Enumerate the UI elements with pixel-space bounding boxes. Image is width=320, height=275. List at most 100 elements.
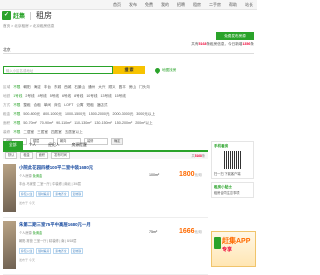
- price-value: 1666: [179, 228, 195, 235]
- listing-photo[interactable]: [3, 221, 16, 269]
- filter-option[interactable]: 13号线: [101, 94, 112, 98]
- filter-option[interactable]: 1000-1500元: [65, 112, 86, 116]
- breadcrumb: 首页 > 北京租房 > 北京租房信息: [3, 24, 55, 28]
- tab-2[interactable]: 经纪人: [42, 141, 65, 150]
- price-value: 1800: [179, 171, 195, 178]
- listing-photo[interactable]: [3, 164, 16, 212]
- filter-option[interactable]: 床位: [54, 103, 61, 107]
- filter-row: 区域 不限 朝阳 海淀 丰台 东城 西城 石景山 通州 大兴 顺义 昌平 房山 门头沟: [3, 83, 254, 92]
- filter-option[interactable]: 5号线: [50, 94, 59, 98]
- topnav-link[interactable]: 招聘: [177, 2, 185, 8]
- site-logo[interactable]: ✓ 赶集 租房: [2, 10, 52, 21]
- search-input[interactable]: 输入小区名或地址: [3, 66, 113, 74]
- publish-button[interactable]: 免费发布房源: [216, 32, 254, 40]
- filter-option[interactable]: 150-200m²: [115, 121, 132, 125]
- sort-option[interactable]: 默认: [5, 152, 18, 159]
- filter-option[interactable]: LOFT: [64, 103, 73, 107]
- filter-option[interactable]: 公寓: [76, 103, 83, 107]
- sort-option[interactable]: 租金: [20, 152, 33, 159]
- filter-row: 方式 不限 整租 合租 单间 床位 LOFT 公寓 短租 酒店式: [3, 101, 254, 110]
- filter-option[interactable]: 110-130m²: [74, 121, 91, 125]
- promo-title: 赶集APP: [222, 238, 251, 245]
- feature-badge: 拎包入住: [19, 248, 35, 254]
- filter-option[interactable]: 整租: [23, 103, 30, 107]
- map-search-link[interactable]: 地图找房: [153, 66, 176, 74]
- listing-title[interactable]: 朱第二期三室75平中高层1680元一月: [19, 222, 91, 228]
- filter-option[interactable]: 短租: [87, 103, 94, 107]
- filter-option[interactable]: 四居室: [51, 130, 62, 134]
- filter-option[interactable]: 3000元以上: [136, 112, 155, 116]
- tips-card[interactable]: 租房小贴士 租房合同注意事项: [211, 182, 254, 198]
- filter-option[interactable]: 五居室以上: [65, 130, 83, 134]
- filter-option[interactable]: 4号线: [38, 94, 47, 98]
- filter-option[interactable]: 200m²以上: [135, 121, 152, 125]
- topnav-link[interactable]: 发布: [129, 2, 137, 8]
- filter-option[interactable]: 1号线: [13, 94, 22, 98]
- filter-option[interactable]: 通州: [88, 85, 95, 89]
- filter-option[interactable]: 800-1000元: [43, 112, 62, 116]
- filter-option[interactable]: 1500-2000元: [89, 112, 110, 116]
- filter-row: 装修 不限 二居室 三居室 四居室 五居室以上: [3, 128, 254, 137]
- filter-option[interactable]: 10号线: [86, 94, 97, 98]
- filter-option[interactable]: 大兴: [98, 85, 105, 89]
- app-download-card[interactable]: 手机看房 扫一扫 下载客户端: [211, 141, 254, 179]
- filter-key: 装修: [3, 130, 11, 134]
- filter-option[interactable]: 50-70m²: [23, 121, 36, 125]
- tab-3[interactable]: 房源提醒: [66, 141, 93, 150]
- topnav-link[interactable]: 二手房: [209, 2, 221, 8]
- listing-item[interactable]: 小院此花园四楼100平二室中装1680元 个人房源 免佣金 丰台-马家堡 二室一厅 …: [3, 161, 208, 218]
- price-unit: 元/月: [194, 230, 202, 234]
- filter-key: 地铁: [3, 94, 11, 98]
- filter-option[interactable]: 不限: [13, 121, 20, 125]
- feature-badge: 近地铁: [70, 191, 84, 197]
- filter-option[interactable]: 东城: [54, 85, 61, 89]
- filter-option[interactable]: 单间: [44, 103, 51, 107]
- tab-0[interactable]: 全部: [3, 141, 23, 150]
- filter-option[interactable]: 合租: [34, 103, 41, 107]
- filter-option[interactable]: 石景山: [74, 85, 85, 89]
- filter-option[interactable]: 西城: [64, 85, 71, 89]
- filter-option[interactable]: 不限: [13, 112, 20, 116]
- sort-option[interactable]: 面积: [35, 152, 49, 159]
- filter-option[interactable]: 二居室: [23, 130, 34, 134]
- filter-option[interactable]: 130-150m²: [94, 121, 111, 125]
- topnav-link[interactable]: 租房: [193, 2, 201, 8]
- topnav-link[interactable]: 站长: [245, 2, 253, 8]
- filter-option[interactable]: 15号线: [115, 94, 126, 98]
- filter-option[interactable]: 2000-3000元: [113, 112, 134, 116]
- filter-option[interactable]: 顺义: [108, 85, 115, 89]
- filter-option[interactable]: 8号线: [74, 94, 83, 98]
- filter-option[interactable]: 房山: [129, 85, 136, 89]
- search-button[interactable]: 搜 索: [113, 66, 145, 74]
- filter-option[interactable]: 丰台: [44, 85, 51, 89]
- sort-option[interactable]: 发布时间: [51, 152, 70, 159]
- listing-title[interactable]: 小院此花园四楼100平二室中装1680元: [19, 165, 93, 171]
- app-promo-banner[interactable]: 赶集APP 专享: [211, 231, 256, 267]
- topnav-link[interactable]: 免费: [145, 2, 153, 8]
- filter-option[interactable]: 70-90m²: [40, 121, 53, 125]
- topnav-link[interactable]: 我的: [161, 2, 169, 8]
- listing-item[interactable]: 朱第二期三室75平中高层1680元一月 个人房源 免佣金 朝阳-常营 三室一厅 | …: [3, 218, 208, 275]
- search-bar: 输入小区名或地址 搜 索 地图找房: [3, 66, 176, 74]
- filter-option[interactable]: 昌平: [119, 85, 126, 89]
- listing-description: 丰台-马家堡 二室一厅 | 中装修 | 南北 | 3/6层: [19, 182, 81, 186]
- listing-tag: 个人房源 免佣金: [19, 230, 42, 235]
- listing-date: 发布于 今天: [19, 201, 35, 205]
- filter-option[interactable]: 不限: [13, 103, 20, 107]
- tab-1[interactable]: 个人: [23, 141, 43, 150]
- filter-option[interactable]: 6号线: [62, 94, 71, 98]
- topnav-link[interactable]: 帮助: [229, 2, 237, 8]
- filter-option[interactable]: 酒店式: [97, 103, 108, 107]
- filter-option[interactable]: 90-110m²: [56, 121, 71, 125]
- filter-option[interactable]: 海淀: [34, 85, 41, 89]
- filter-key: 区域: [3, 85, 11, 89]
- topnav-link[interactable]: 首页: [113, 2, 121, 8]
- filter-option[interactable]: 2号线: [25, 94, 34, 98]
- filter-option[interactable]: 三居室: [37, 130, 48, 134]
- qr-code-icon: [223, 151, 242, 169]
- filter-option[interactable]: 门头沟: [139, 85, 150, 89]
- filter-option[interactable]: 500-800元: [23, 112, 40, 116]
- filter-option[interactable]: 朝阳: [23, 85, 30, 89]
- filter-option[interactable]: 不限: [13, 85, 20, 89]
- filter-option[interactable]: 不限: [13, 130, 20, 134]
